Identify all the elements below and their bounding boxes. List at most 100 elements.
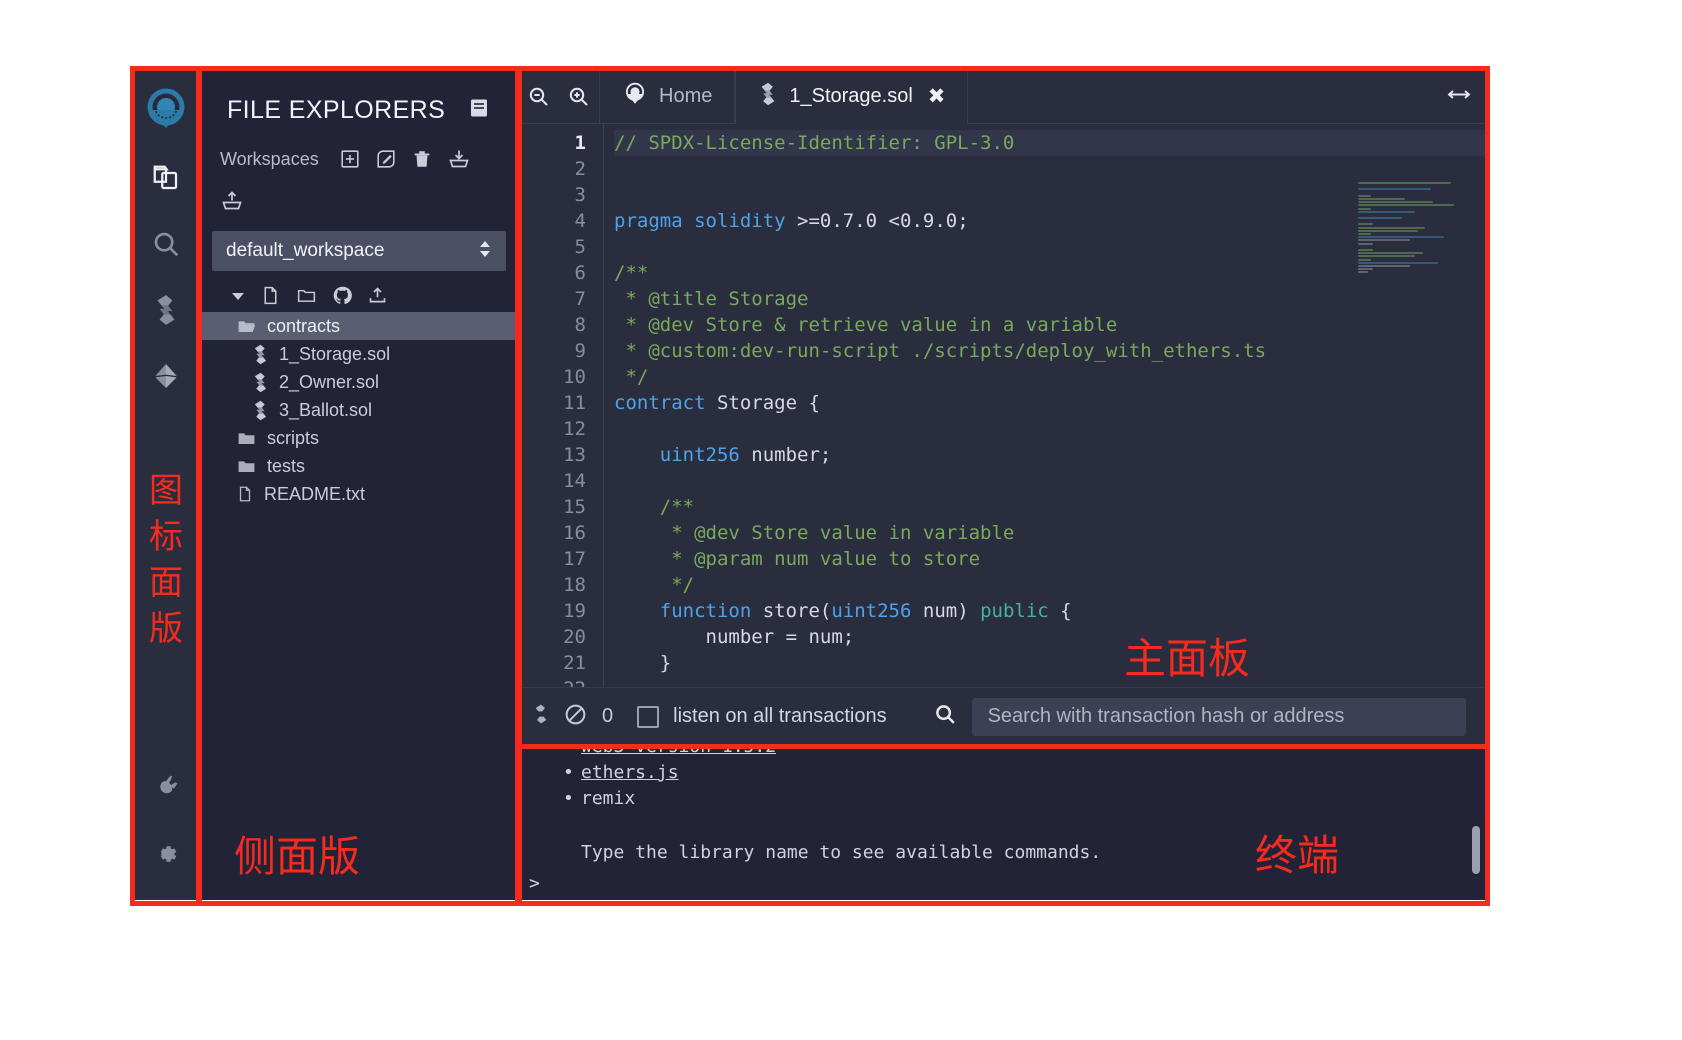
terminal-line[interactable]: web3 version 1.5.2 — [561, 748, 1486, 760]
annotation-label-terminal: 终端 — [1255, 831, 1340, 880]
file-explorers-icon — [151, 163, 181, 193]
gear-icon — [151, 839, 181, 869]
tree-item-contracts[interactable]: contracts — [200, 312, 518, 340]
minimap-line — [1357, 226, 1426, 229]
tree-item-tests[interactable]: tests — [200, 452, 518, 480]
book-icon[interactable] — [467, 96, 491, 125]
terminal-line-text: remix — [581, 788, 636, 809]
new-file-icon[interactable] — [260, 285, 281, 306]
tree-item-2-owner-sol[interactable]: 2_Owner.sol — [200, 368, 518, 396]
minimap-line — [1357, 217, 1402, 220]
sidebar-item-plugin-manager[interactable] — [144, 766, 188, 810]
plug-icon — [151, 773, 181, 803]
sidebar-item-search[interactable] — [144, 222, 188, 266]
line-number: 11 — [563, 392, 586, 414]
minimap-line — [1357, 188, 1431, 191]
file-icon — [236, 484, 254, 504]
caret-down-icon[interactable] — [230, 288, 246, 304]
minimap-line — [1357, 201, 1434, 204]
rename-workspace-icon[interactable] — [375, 148, 397, 170]
delete-workspace-icon[interactable] — [411, 148, 433, 170]
sidebar-item-file-explorers[interactable] — [144, 156, 188, 200]
solidity-file-icon — [252, 372, 269, 393]
tree-item-1-storage-sol[interactable]: 1_Storage.sol — [200, 340, 518, 368]
line-number: 19 — [563, 600, 586, 622]
terminal-line[interactable]: remix — [561, 786, 1486, 812]
github-icon[interactable] — [332, 285, 353, 306]
no-transactions-icon[interactable] — [563, 702, 588, 732]
zoom-in-icon[interactable] — [559, 70, 599, 124]
minimap-line — [1357, 191, 1361, 194]
minimap-line — [1357, 182, 1452, 184]
remix-ide-screenshot: FILE EXPLORERS Workspaces default_worksp… — [0, 0, 1682, 1040]
minimap-line — [1357, 213, 1361, 216]
line-number: 18 — [563, 574, 586, 596]
tree-item-readme-txt[interactable]: README.txt — [200, 480, 518, 508]
minimap-line — [1357, 261, 1439, 264]
stepper-arrows-icon — [478, 237, 492, 266]
terminal-prompt[interactable]: > — [529, 873, 540, 894]
search-icon — [151, 229, 181, 259]
terminal-line-text: web3 version 1.5.2 — [581, 748, 776, 757]
tree-item-label: scripts — [267, 427, 320, 448]
transaction-search — [933, 697, 1486, 736]
editor-tabbar: Home 1_Storage.sol ✖ — [519, 70, 1486, 124]
line-number: 17 — [563, 548, 586, 570]
line-number: 20 — [563, 626, 586, 648]
minimap-line — [1357, 268, 1374, 271]
minimap[interactable] — [1350, 182, 1480, 282]
line-number: 4 — [574, 210, 586, 232]
minimap-line — [1357, 245, 1361, 248]
folder-icon — [236, 457, 257, 476]
line-number: 10 — [563, 366, 586, 388]
side-panel: FILE EXPLORERS Workspaces default_worksp… — [200, 70, 518, 900]
tree-item-scripts[interactable]: scripts — [200, 424, 518, 452]
terminal-panel[interactable]: web3 version 1.5.2 ethers.js remix Type th… — [519, 748, 1486, 900]
line-number: 12 — [563, 418, 586, 440]
workspaces-toolbar: Workspaces — [200, 125, 500, 213]
folder-open-icon — [236, 317, 257, 336]
tree-item-label: contracts — [267, 315, 341, 336]
solidity-icon — [758, 82, 778, 112]
line-number-gutter: 12345678910111213141516171819202122 — [519, 124, 603, 687]
workspaces-label: Workspaces — [220, 148, 319, 169]
transaction-toolbar: 0 listen on all transactions — [519, 687, 1486, 745]
listen-all-transactions-checkbox[interactable] — [637, 705, 660, 728]
workspace-select[interactable]: default_workspace — [212, 231, 506, 271]
line-number: 1 — [574, 132, 586, 154]
minimap-line — [1357, 194, 1371, 197]
close-icon[interactable]: ✖ — [928, 84, 946, 109]
line-number: 6 — [574, 262, 586, 284]
minimap-line — [1357, 239, 1410, 242]
publish-gist-icon[interactable] — [367, 285, 388, 306]
sidebar-item-solidity-compiler[interactable] — [144, 288, 188, 332]
main-panel: Home 1_Storage.sol ✖ 1 2 3 4 5 6 7 8 9 1… — [519, 70, 1486, 745]
remix-logo-icon[interactable] — [143, 88, 189, 134]
terminal-scrollbar[interactable] — [1472, 826, 1480, 874]
sidebar-item-deploy-run[interactable] — [144, 354, 188, 398]
minimap-line — [1357, 271, 1369, 274]
sidebar-item-settings[interactable] — [144, 832, 188, 876]
tree-item-3-ballot-sol[interactable]: 3_Ballot.sol — [200, 396, 518, 424]
line-number: 15 — [563, 496, 586, 518]
code-editor[interactable]: 12345678910111213141516171819202122 // S… — [519, 124, 1486, 687]
zoom-out-icon[interactable] — [519, 70, 559, 124]
search-icon[interactable] — [933, 702, 958, 732]
minimap-line — [1357, 248, 1374, 251]
transaction-search-input[interactable] — [971, 697, 1466, 736]
tree-item-label: tests — [267, 455, 306, 476]
create-workspace-icon[interactable] — [339, 148, 361, 170]
tab-1-storage-sol[interactable]: 1_Storage.sol ✖ — [735, 70, 969, 124]
minimap-line — [1357, 220, 1361, 223]
line-number: 5 — [574, 236, 586, 258]
download-workspace-icon[interactable] — [447, 147, 471, 171]
terminal-line[interactable]: ethers.js — [561, 760, 1486, 786]
upload-workspace-icon[interactable] — [220, 189, 244, 213]
line-number: 13 — [563, 444, 586, 466]
tab-label: 1_Storage.sol — [789, 85, 913, 107]
tab-home[interactable]: Home — [599, 70, 736, 124]
annotation-label-icon-panel: 图标面版 — [149, 471, 183, 649]
line-number: 21 — [563, 652, 586, 674]
expand-horizontal-icon[interactable] — [1446, 86, 1472, 107]
new-folder-icon[interactable] — [295, 285, 318, 306]
